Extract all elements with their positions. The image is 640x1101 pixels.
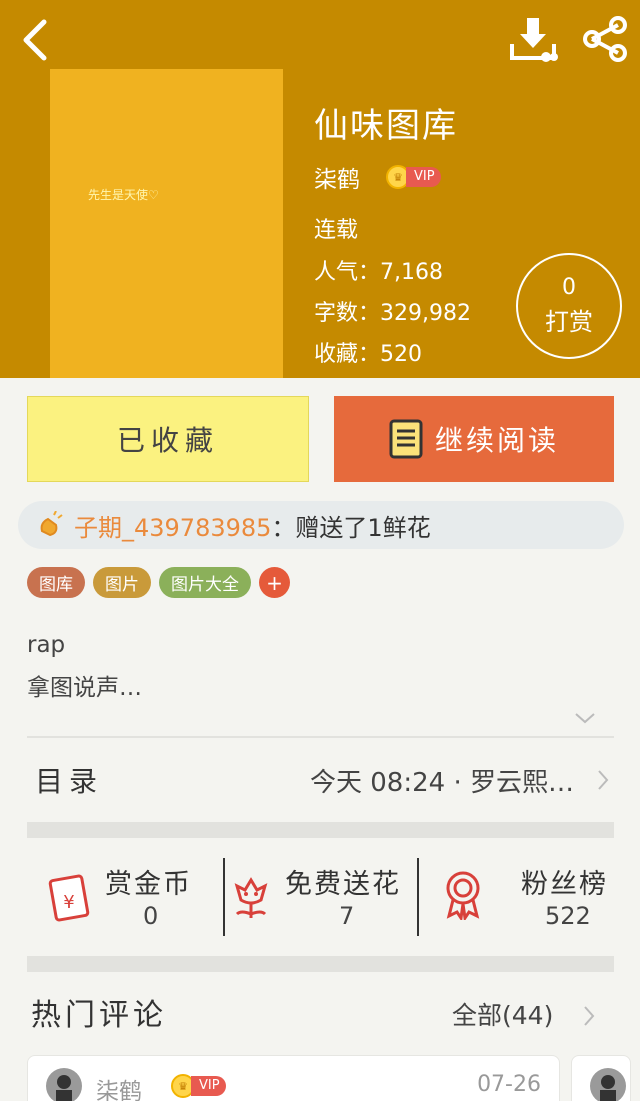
toc-label: 目录 (35, 765, 104, 798)
section-divider (27, 956, 614, 972)
comment-card[interactable] (571, 1055, 631, 1101)
stat-value: 522 (545, 902, 591, 930)
continue-reading-button[interactable]: 继续阅读 (334, 396, 614, 482)
stat-value: 0 (143, 902, 159, 930)
clap-icon (40, 511, 63, 537)
reward-button[interactable]: 0 打赏 (516, 253, 622, 359)
description-line-1: rap (27, 632, 66, 658)
book-title: 仙味图库 (314, 106, 458, 146)
table-of-contents-row[interactable]: 目录 今天 08:24 · 罗云熙… (27, 740, 614, 820)
book-cover[interactable]: 先生是天使♡ (50, 69, 283, 378)
stat-label: 粉丝榜 (521, 869, 608, 900)
all-comments-link[interactable]: 全部(44) (452, 996, 553, 1032)
chevron-right-icon[interactable] (582, 1004, 596, 1028)
continue-reading-label: 继续阅读 (434, 424, 559, 457)
divider (27, 736, 614, 738)
author-name[interactable]: 柒鹤 (314, 160, 360, 194)
book-status: 连载 (314, 218, 359, 243)
word-count-value: 329,982 (380, 301, 471, 326)
reward-label: 打赏 (545, 308, 593, 336)
reward-coins-stat[interactable]: ¥ 赏金币 0 (27, 840, 223, 956)
flower-icon (234, 877, 268, 918)
hot-comments-title: 热门评论 (31, 998, 167, 1033)
vip-label: VIP (406, 167, 441, 187)
favorites-value: 520 (380, 342, 423, 367)
stats-panel: ¥ 赏金币 0 免费送花 7 粉丝榜 522 (27, 840, 614, 956)
favorited-button[interactable]: 已收藏 (27, 396, 309, 482)
gift-banner[interactable]: 子期_439783985 ：赠送了1鲜花 (18, 501, 624, 549)
favorites-label: 收藏： (314, 342, 381, 367)
free-flower-stat[interactable]: 免费送花 7 (225, 840, 417, 956)
comment-card[interactable]: 柒鹤 ♛ VIP 07-26 (27, 1055, 560, 1101)
favorites-row: 收藏：520 (314, 336, 422, 368)
latest-chapter: 今天 08:24 · 罗云熙… (310, 767, 574, 798)
medal-icon (446, 871, 480, 920)
comment-date: 07-26 (477, 1072, 541, 1097)
reward-count: 0 (562, 275, 576, 300)
fan-ranking-stat[interactable]: 粉丝榜 522 (419, 840, 614, 956)
favorited-label: 已收藏 (116, 424, 219, 457)
word-count-row: 字数：329,982 (314, 295, 471, 327)
stat-label: 赏金币 (105, 869, 192, 900)
download-icon[interactable] (508, 14, 558, 64)
word-count-label: 字数： (314, 301, 381, 326)
gift-user[interactable]: 子期_439783985 (74, 508, 271, 543)
book-header: 先生是天使♡ 仙味图库 柒鹤 ♛ VIP 连载 人气：7,168 字数：329,… (0, 0, 640, 378)
popularity-row: 人气：7,168 (314, 254, 443, 286)
gift-message: ：赠送了1鲜花 (271, 513, 431, 542)
add-tag-button[interactable]: + (259, 567, 290, 598)
tag-list: 图库 图片 图片大全 + (27, 567, 290, 598)
cover-text: 先生是天使♡ (88, 188, 159, 202)
vip-badge: ♛ VIP (386, 165, 441, 189)
section-divider (27, 822, 614, 838)
tag-item[interactable]: 图库 (27, 567, 85, 598)
vip-badge: ♛ VIP (171, 1074, 226, 1098)
book-icon (389, 419, 423, 459)
svg-text:¥: ¥ (63, 892, 74, 913)
description-line-2: 拿图说声… (27, 675, 142, 701)
stat-value: 7 (339, 902, 355, 930)
red-envelope-icon: ¥ (48, 874, 90, 922)
chevron-left-icon[interactable] (16, 16, 56, 64)
comment-author[interactable]: 柒鹤 (96, 1072, 142, 1101)
stat-label: 免费送花 (285, 869, 401, 900)
popularity-label: 人气： (314, 260, 381, 285)
vip-label: VIP (191, 1076, 226, 1096)
tag-item[interactable]: 图片 (93, 567, 151, 598)
popularity-value: 7,168 (380, 260, 443, 285)
avatar[interactable] (46, 1068, 82, 1101)
avatar[interactable] (590, 1068, 626, 1101)
author-row: 柒鹤 ♛ VIP (314, 160, 441, 194)
chevron-down-icon[interactable] (573, 710, 597, 726)
share-icon[interactable] (580, 14, 630, 64)
tag-item[interactable]: 图片大全 (159, 567, 251, 598)
chevron-right-icon (598, 770, 609, 790)
